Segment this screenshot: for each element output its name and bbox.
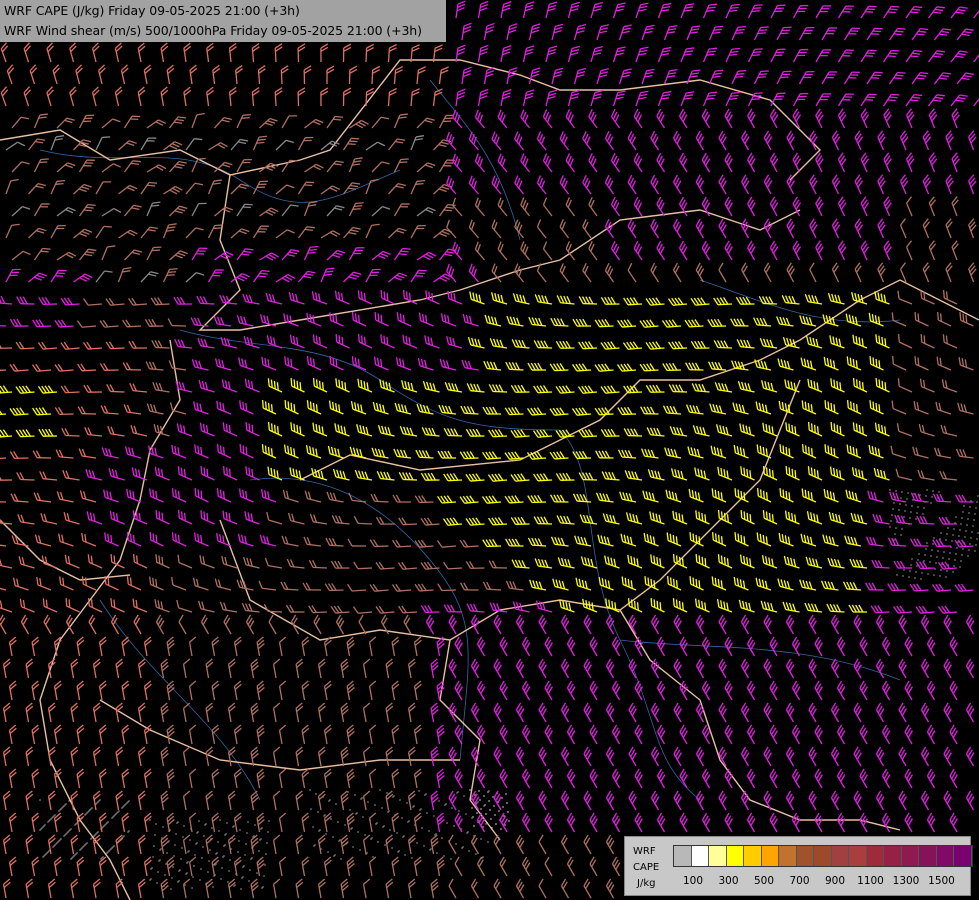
legend-swatch [849, 846, 867, 866]
legend-color-scale [673, 845, 973, 867]
legend-label-unit: J/kg [637, 878, 656, 889]
legend-swatch [779, 846, 797, 866]
legend-tick: 700 [789, 875, 810, 887]
legend-swatch [796, 846, 814, 866]
legend-tick: 1300 [892, 875, 920, 887]
legend-label-variable: CAPE [633, 862, 660, 873]
legend-tick: 500 [753, 875, 775, 887]
legend-swatch [954, 846, 972, 866]
legend-swatch [884, 846, 902, 866]
legend-tick: 300 [718, 875, 739, 887]
legend-tick: 1500 [928, 875, 955, 887]
legend-swatch [691, 846, 709, 866]
wind-shear-map [0, 0, 979, 900]
legend-swatch [674, 846, 692, 866]
legend-swatch [726, 846, 744, 866]
legend-swatch [831, 846, 849, 866]
legend-swatch [901, 846, 919, 866]
legend-label-model: WRF [633, 846, 656, 857]
title-wind-shear: WRF Wind shear (m/s) 500/1000hPa Friday … [4, 23, 422, 38]
map-title-box: WRF CAPE (J/kg) Friday 09-05-2025 21:00 … [0, 0, 446, 42]
legend-swatch [744, 846, 762, 866]
cape-legend: WRF CAPE J/kg 100 300 500 700 900 1100 1300 150… [624, 836, 973, 896]
legend-swatch [919, 846, 937, 866]
legend-swatch [866, 846, 884, 866]
legend-tick: 1100 [857, 875, 884, 887]
legend-swatch [709, 846, 727, 866]
legend-swatch [761, 846, 779, 866]
legend-swatch [814, 846, 832, 866]
title-cape: WRF CAPE (J/kg) Friday 09-05-2025 21:00 … [4, 3, 300, 18]
legend-tick-labels: 100 300 500 700 900 1100 1300 1500 [673, 875, 973, 889]
legend-tick: 100 [682, 875, 704, 887]
legend-swatch [936, 846, 954, 866]
legend-tick: 900 [824, 875, 846, 887]
